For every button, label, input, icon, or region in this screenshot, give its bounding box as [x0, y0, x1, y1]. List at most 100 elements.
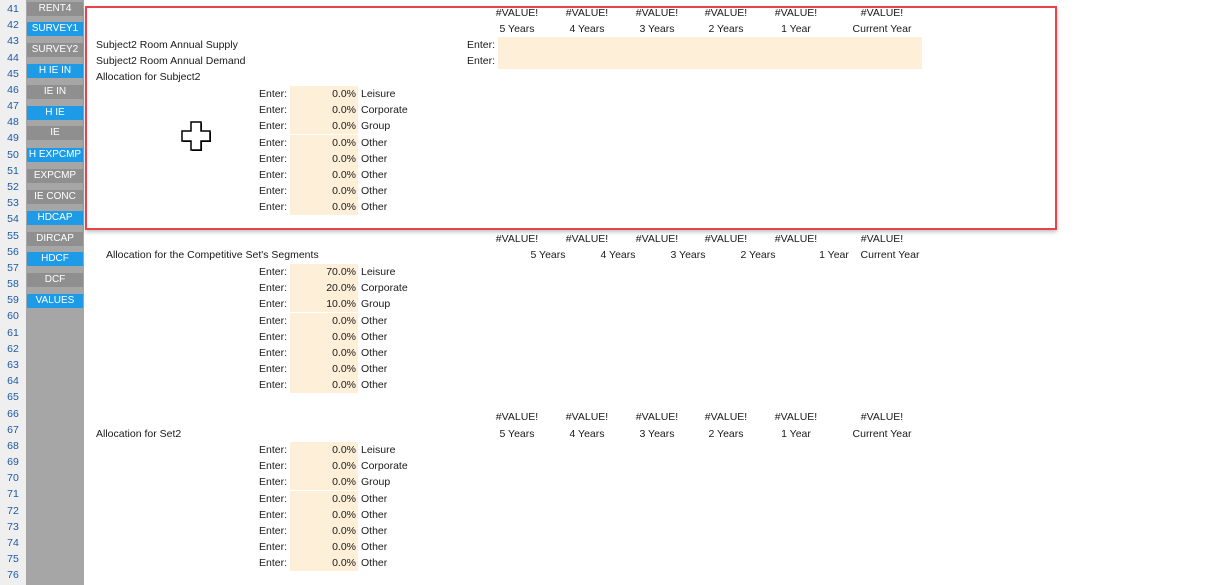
sheet-tab-hdcf[interactable]: HDCF [27, 252, 83, 266]
sheet-tab-survey2[interactable]: SURVEY2 [27, 43, 83, 57]
row-number: 53 [7, 197, 19, 210]
segment-label: Other [361, 346, 388, 359]
segment-label: Other [361, 379, 388, 392]
row-number: 76 [7, 569, 19, 582]
allocation-input[interactable]: 0.0% [290, 458, 358, 475]
allocation-input[interactable]: 0.0% [290, 506, 358, 523]
value-error-cell: #VALUE! [860, 7, 904, 19]
supply-label: Subject2 Room Annual Supply [96, 39, 238, 51]
allocation-input[interactable]: 0.0% [290, 474, 358, 491]
row-number: 47 [7, 100, 19, 113]
allocation-input[interactable]: 70.0% [290, 264, 358, 280]
value-error-cell: #VALUE! [495, 7, 539, 19]
row-number: 54 [7, 213, 19, 226]
sheet-tab-h-expcmp[interactable]: H EXPCMP [27, 148, 83, 162]
allocation-input[interactable]: 0.0% [290, 150, 358, 167]
allocation-input[interactable]: 0.0% [290, 118, 358, 135]
sheet-tab-ie[interactable]: IE [27, 126, 83, 140]
sheet-tab-hdcap[interactable]: HDCAP [27, 211, 83, 225]
year-header: 3 Years [670, 249, 706, 261]
sheet-tab-ie-in[interactable]: IE IN [27, 85, 83, 99]
row-number: 50 [7, 148, 19, 161]
allocation-input[interactable]: 0.0% [290, 377, 358, 394]
value-error-cell: #VALUE! [774, 233, 818, 245]
allocation-input[interactable]: 0.0% [290, 328, 358, 345]
row-number: 71 [7, 488, 19, 501]
segment-label: Other [361, 363, 388, 376]
allocation-input[interactable]: 0.0% [290, 442, 358, 458]
allocation-input[interactable]: 0.0% [290, 490, 358, 507]
sheet-tab-survey1[interactable]: SURVEY1 [27, 22, 83, 36]
row-number: 60 [7, 310, 19, 323]
sheet-tab-dircap[interactable]: DIRCAP [27, 232, 83, 246]
segment-label: Group [361, 120, 391, 133]
enter-label: Enter: [258, 152, 287, 165]
row-number: 69 [7, 456, 19, 469]
enter-label: Enter: [258, 346, 287, 359]
segment-label: Group [361, 476, 391, 489]
row-number: 42 [7, 19, 19, 32]
supply-input-row[interactable] [498, 37, 922, 53]
sheet-tab-ie-conc[interactable]: IE CONC [27, 190, 83, 204]
allocation-input[interactable]: 10.0% [290, 296, 358, 313]
allocation-input[interactable]: 0.0% [290, 86, 358, 102]
sheet-tab-h-ie-in[interactable]: H IE IN [27, 64, 83, 78]
enter-label: Enter: [258, 557, 287, 570]
row-number: 45 [7, 67, 19, 80]
sheet-tab-values[interactable]: VALUES [27, 294, 83, 308]
sheet-tab-dcf[interactable]: DCF [27, 273, 83, 287]
allocation-input[interactable]: 20.0% [290, 280, 358, 297]
value-error-cell: #VALUE! [635, 7, 679, 19]
allocation-input[interactable]: 0.0% [290, 312, 358, 329]
allocation-input[interactable]: 0.0% [290, 522, 358, 539]
row-number: 68 [7, 439, 19, 452]
allocation-input[interactable]: 0.0% [290, 102, 358, 119]
segment-label: Other [361, 314, 388, 327]
segment-label: Leisure [361, 88, 396, 100]
allocation-input[interactable]: 0.0% [290, 555, 358, 572]
enter-label: Enter: [258, 266, 287, 278]
segment-label: Leisure [361, 444, 396, 456]
enter-label: Enter: [258, 168, 287, 181]
row-number: 44 [7, 51, 19, 64]
year-header: 2 Years [708, 23, 744, 35]
allocation-input[interactable]: 0.0% [290, 166, 358, 183]
demand-input-row[interactable] [498, 53, 922, 69]
enter-label: Enter: [258, 298, 287, 311]
sheet-tab-h-ie[interactable]: H IE [27, 106, 83, 120]
row-number: 75 [7, 553, 19, 566]
allocation-input[interactable]: 0.0% [290, 344, 358, 361]
row-number: 46 [7, 83, 19, 96]
enter-label: Enter: [258, 541, 287, 554]
row-number-column: 41 42 43 44 45 46 47 48 49 50 51 52 53 54 55 56 57 58 59 60… [0, 0, 27, 585]
segment-label: Other [361, 201, 388, 214]
allocation-input[interactable]: 0.0% [290, 183, 358, 200]
enter-label: Enter: [258, 201, 287, 214]
enter-label: Enter: [258, 314, 287, 327]
allocation-input[interactable]: 0.0% [290, 361, 358, 378]
row-number: 70 [7, 472, 19, 485]
sheet-tab-expcmp[interactable]: EXPCMP [27, 169, 83, 183]
row-number: 74 [7, 536, 19, 549]
allocation-title-subject2: Allocation for Subject2 [96, 71, 201, 83]
segment-label: Other [361, 541, 388, 554]
year-header: Current Year [860, 249, 920, 261]
allocation-title-set2: Allocation for Set2 [96, 428, 182, 440]
year-header: 5 Years [499, 23, 535, 35]
enter-label: Enter: [258, 363, 287, 376]
allocation-input[interactable]: 0.0% [290, 199, 358, 216]
row-number: 41 [7, 3, 19, 15]
enter-label: Enter: [258, 282, 287, 295]
value-error-cell: #VALUE! [565, 411, 609, 423]
year-header: 4 Years [569, 428, 605, 440]
row-number: 51 [7, 164, 19, 177]
enter-label: Enter: [258, 476, 287, 489]
value-error-cell: #VALUE! [565, 233, 609, 245]
row-number: 72 [7, 504, 19, 517]
row-number: 67 [7, 423, 19, 436]
allocation-input[interactable]: 0.0% [290, 539, 358, 556]
year-header: 3 Years [639, 428, 675, 440]
enter-label: Enter: [258, 460, 287, 473]
sheet-tab-rent4[interactable]: RENT4 [27, 2, 83, 16]
allocation-input[interactable]: 0.0% [290, 134, 358, 151]
